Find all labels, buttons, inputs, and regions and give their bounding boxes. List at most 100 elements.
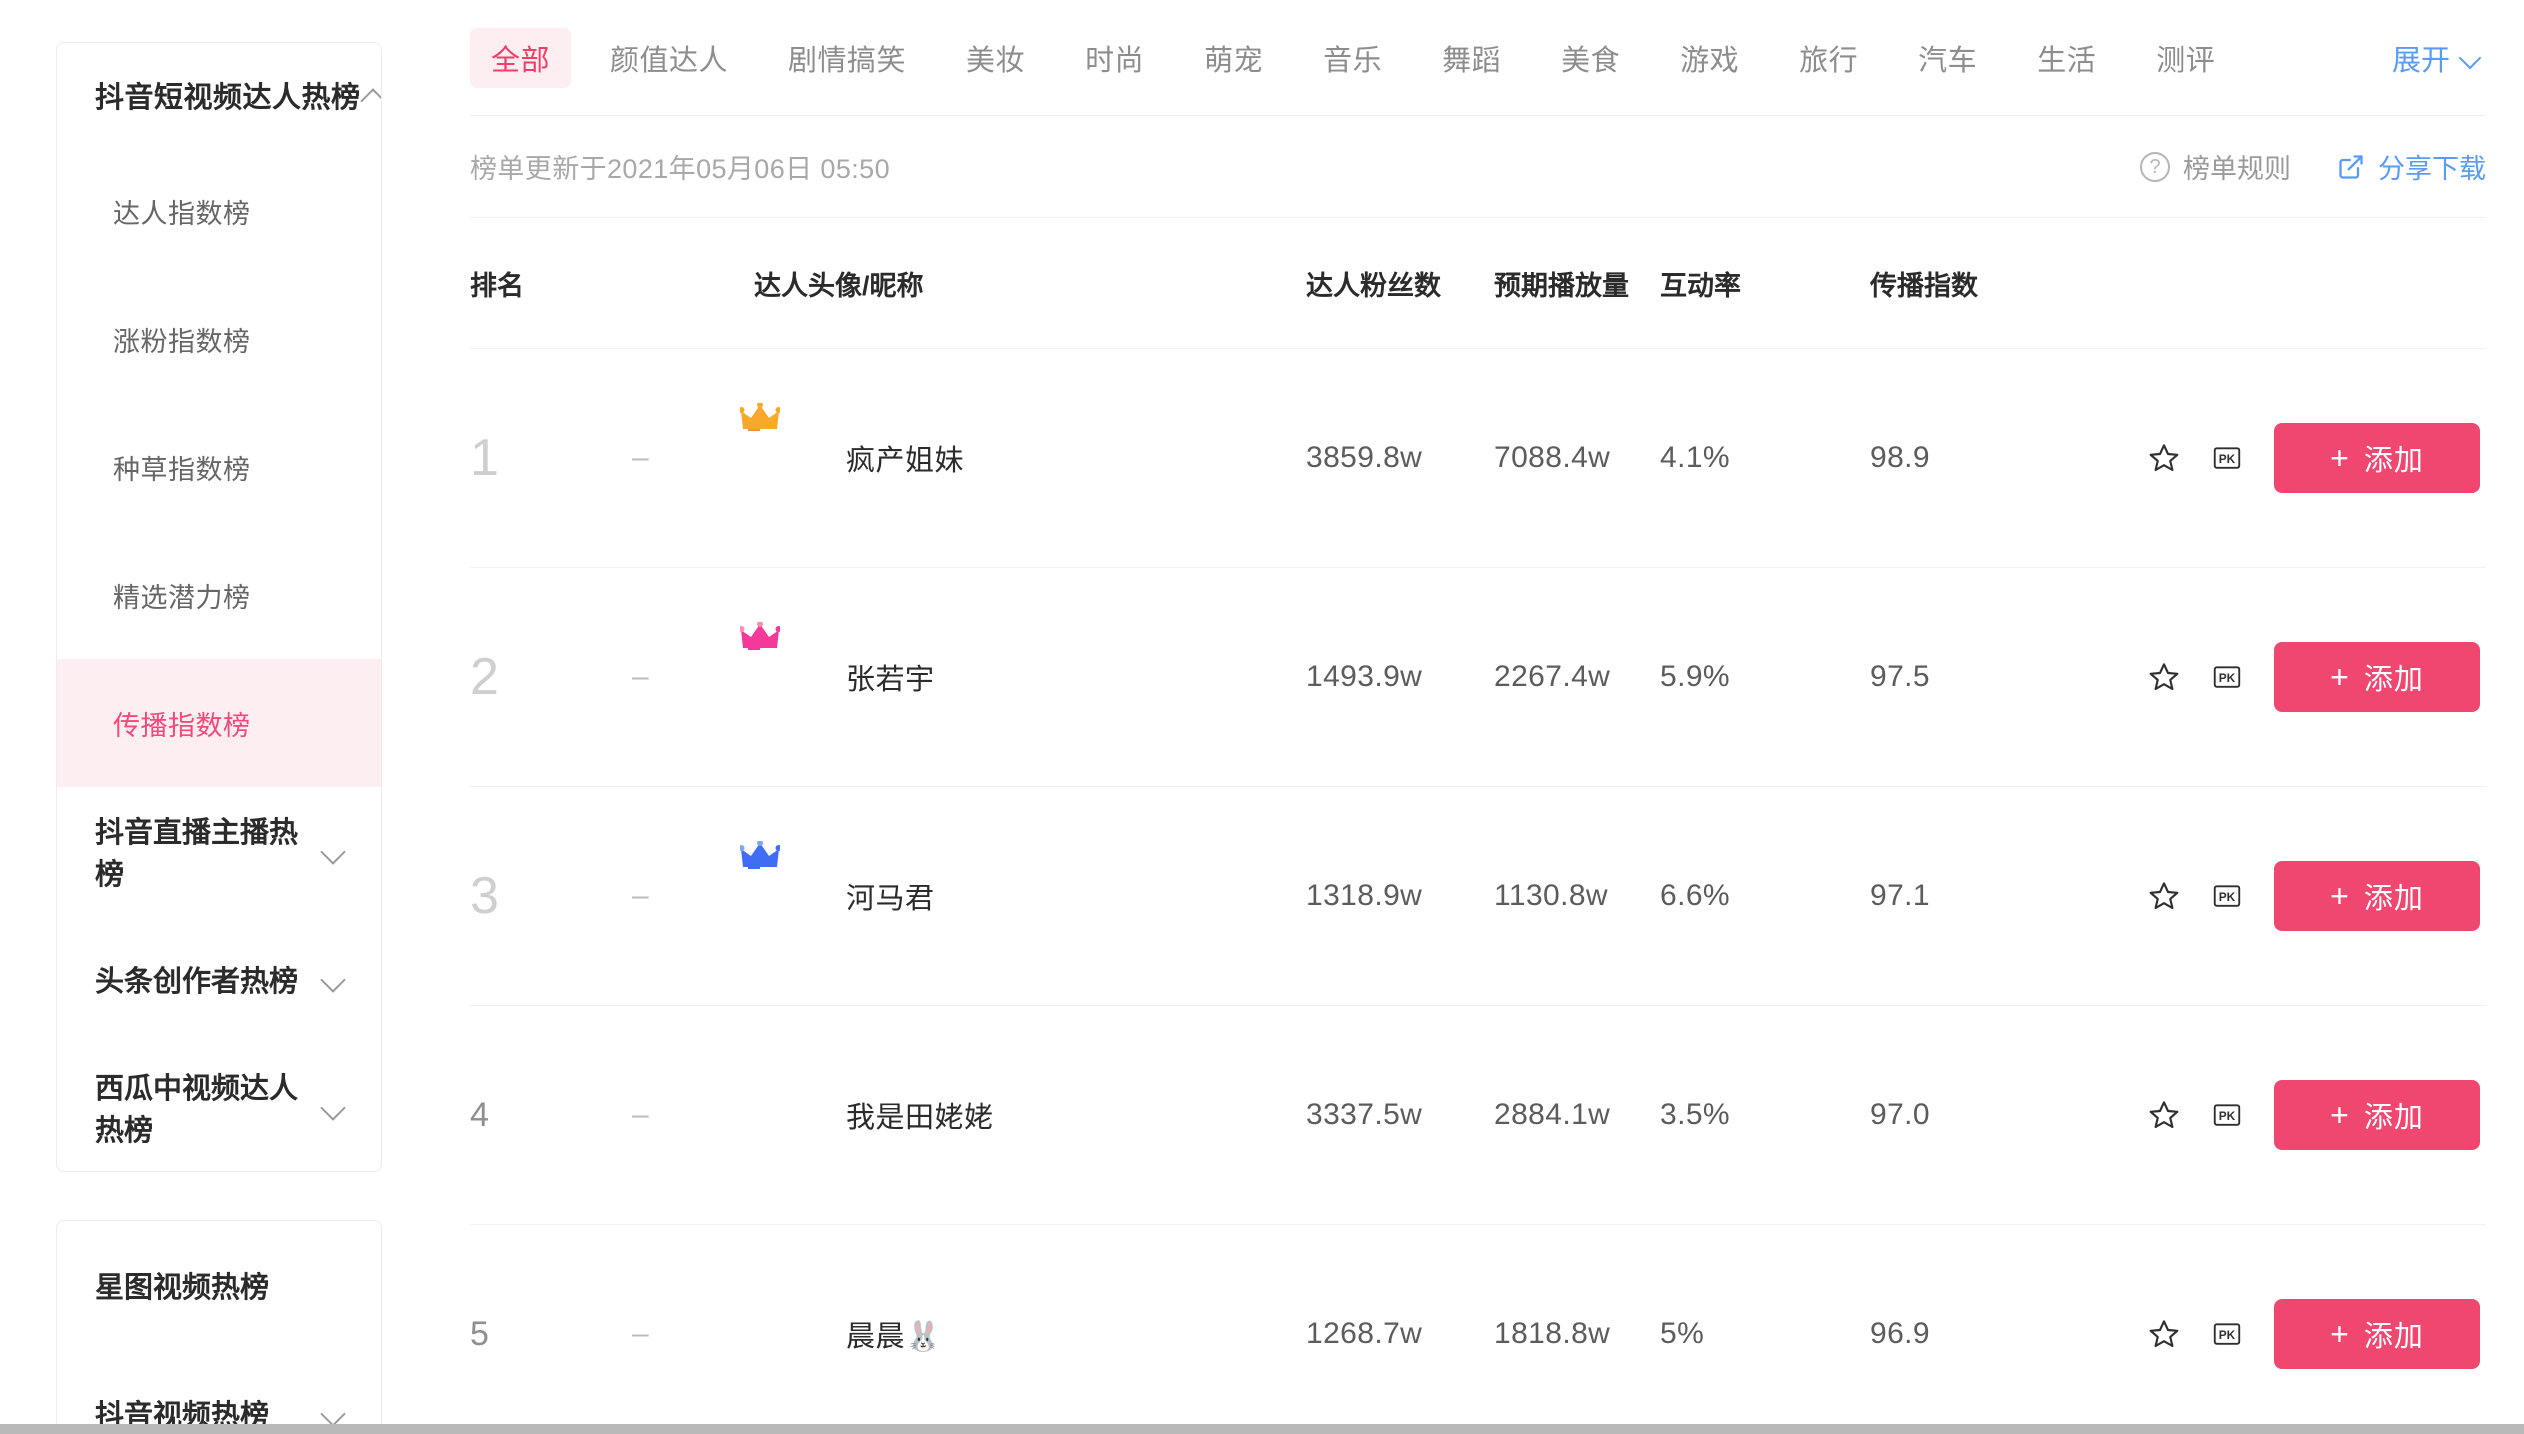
add-button[interactable]: + 添加	[2274, 1080, 2480, 1150]
add-button[interactable]: + 添加	[2274, 861, 2480, 931]
interaction-rate: 5%	[1660, 1317, 1705, 1350]
add-button[interactable]: + 添加	[2274, 642, 2480, 712]
fans-count: 1493.9w	[1306, 660, 1423, 693]
no-chevron-icon	[321, 1272, 347, 1298]
tab-lifestyle[interactable]: 生活	[2016, 28, 2117, 88]
tab-dance[interactable]: 舞蹈	[1421, 28, 1522, 88]
share-download-button[interactable]: 分享下载	[2337, 147, 2486, 186]
tab-all[interactable]: 全部	[470, 27, 572, 88]
pk-compare-icon[interactable]: PK	[2212, 443, 2242, 473]
nickname: 河马君	[846, 883, 935, 915]
sidebar-item-daren-index[interactable]: 达人指数榜	[57, 147, 381, 275]
tab-label: 美食	[1561, 44, 1621, 77]
sidebar-group-toutiao-creator[interactable]: 头条创作者热榜	[57, 915, 381, 1043]
pk-compare-icon[interactable]: PK	[2212, 662, 2242, 692]
sidebar-item-potential-picks[interactable]: 精选潜力榜	[57, 531, 381, 659]
tab-games[interactable]: 游戏	[1659, 28, 1760, 88]
sidebar-item-label: 涨粉指数榜	[113, 326, 251, 357]
ranking-page: 抖音短视频达人热榜 达人指数榜 涨粉指数榜 种草指数榜 精选潜力榜 传播指数榜 …	[0, 0, 2524, 1434]
sidebar-group-xingtu-video[interactable]: 星图视频热榜	[57, 1221, 381, 1349]
question-circle-icon: ?	[2140, 151, 2170, 182]
main-content: 全部 颜值达人 剧情搞笑 美妆 时尚 萌宠 音乐 舞蹈 美食 游戏 旅行 汽车 …	[412, 0, 2524, 1434]
sidebar: 抖音短视频达人热榜 达人指数榜 涨粉指数榜 种草指数榜 精选潜力榜 传播指数榜 …	[0, 0, 412, 1434]
add-button-label: 添加	[2363, 445, 2424, 477]
add-button-label: 添加	[2363, 664, 2424, 696]
chevron-up-icon	[361, 82, 381, 108]
table-row[interactable]: 3 – 河马君 1318.9w 1130.8w 6.6% 97.1 PK + 添…	[470, 786, 2486, 1005]
external-link-icon	[2337, 153, 2365, 181]
avatar-wrap[interactable]	[740, 841, 820, 929]
sidebar-group-douyin-video[interactable]: 抖音视频热榜	[57, 1349, 381, 1434]
user-cell[interactable]: 晨晨🐰	[754, 1301, 1306, 1367]
sidebar-item-seeding-index[interactable]: 种草指数榜	[57, 403, 381, 531]
spread-index: 98.9	[1870, 441, 1930, 474]
pk-compare-icon[interactable]: PK	[2212, 881, 2242, 911]
tab-label: 游戏	[1680, 44, 1740, 77]
sidebar-item-fans-growth-index[interactable]: 涨粉指数榜	[57, 275, 381, 403]
table-row[interactable]: 5 – 晨晨🐰 1268.7w 1818.8w 5% 96.9 PK + 添加	[470, 1224, 2486, 1434]
tab-makeup[interactable]: 美妆	[945, 28, 1046, 88]
add-button[interactable]: + 添加	[2274, 1299, 2480, 1369]
meta-actions: ? 榜单规则 分享下载	[2140, 147, 2486, 186]
spread-index: 97.5	[1870, 660, 1930, 693]
sidebar-group-label: 星图视频热榜	[95, 1272, 270, 1304]
tab-auto[interactable]: 汽车	[1897, 28, 1998, 88]
sidebar-item-label: 达人指数榜	[113, 198, 251, 229]
fans-count: 1318.9w	[1306, 879, 1423, 912]
user-cell[interactable]: 疯产姐妹	[740, 403, 1306, 491]
add-button-label: 添加	[2363, 1102, 2424, 1134]
sidebar-card-secondary: 星图视频热榜 抖音视频热榜	[56, 1220, 382, 1434]
tab-review[interactable]: 测评	[2135, 28, 2236, 88]
rank-number: 4	[470, 1095, 490, 1134]
tab-travel[interactable]: 旅行	[1778, 28, 1879, 88]
add-button[interactable]: + 添加	[2274, 423, 2480, 493]
favorite-star-icon[interactable]	[2148, 1099, 2180, 1131]
sidebar-group-douyin-live-host[interactable]: 抖音直播主播热榜	[57, 787, 381, 915]
favorite-star-icon[interactable]	[2148, 661, 2180, 693]
nickname: 我是田姥姥	[846, 1102, 994, 1134]
pk-compare-icon[interactable]: PK	[2212, 1319, 2242, 1349]
tab-label: 舞蹈	[1442, 44, 1502, 77]
favorite-star-icon[interactable]	[2148, 442, 2180, 474]
tab-label: 剧情搞笑	[788, 44, 907, 77]
tab-food[interactable]: 美食	[1540, 28, 1641, 88]
table-row[interactable]: 4 – 我是田姥姥 3337.5w 2884.1w 3.5% 97.0 PK +…	[470, 1005, 2486, 1224]
add-button-label: 添加	[2363, 1321, 2424, 1353]
avatar-wrap[interactable]	[754, 1301, 820, 1367]
table-row[interactable]: 1 – 疯产姐妹 3859.8w 7088.4w 4.1% 98.9 PK + …	[470, 348, 2486, 567]
chevron-down-icon	[2460, 47, 2482, 69]
sidebar-group-douyin-short-video[interactable]: 抖音短视频达人热榜	[57, 43, 381, 147]
tab-music[interactable]: 音乐	[1302, 28, 1403, 88]
favorite-star-icon[interactable]	[2148, 880, 2180, 912]
tab-beauty-influencer[interactable]: 颜值达人	[589, 28, 749, 88]
tab-fashion[interactable]: 时尚	[1064, 28, 1165, 88]
ranking-rules-button[interactable]: ? 榜单规则	[2140, 147, 2291, 186]
rank-delta: –	[632, 1317, 649, 1350]
plus-icon: +	[2330, 1316, 2350, 1352]
avatar-wrap[interactable]	[740, 622, 820, 710]
expand-tabs-button[interactable]: 展开	[2392, 37, 2482, 79]
tab-comedy-drama[interactable]: 剧情搞笑	[767, 28, 927, 88]
tab-label: 时尚	[1085, 44, 1145, 77]
rank-delta: –	[632, 660, 649, 693]
sidebar-item-spread-index[interactable]: 传播指数榜	[57, 659, 381, 787]
column-header-user: 达人头像/昵称	[754, 270, 924, 301]
user-cell[interactable]: 我是田姥姥	[754, 1082, 1306, 1148]
favorite-star-icon[interactable]	[2148, 1318, 2180, 1350]
horizontal-scrollbar[interactable]	[0, 1424, 2524, 1434]
avatar-wrap[interactable]	[754, 1082, 820, 1148]
tab-pets[interactable]: 萌宠	[1183, 28, 1284, 88]
crown-icon-pink	[740, 622, 780, 652]
rank-delta: –	[632, 879, 649, 912]
share-download-label: 分享下载	[2378, 154, 2486, 184]
sidebar-group-xigua-mid-video[interactable]: 西瓜中视频达人热榜	[57, 1043, 381, 1171]
user-cell[interactable]: 张若宇	[740, 622, 1306, 710]
avatar-wrap[interactable]	[740, 403, 820, 491]
tab-label: 生活	[2037, 44, 2097, 77]
svg-text:PK: PK	[2219, 890, 2236, 904]
pk-compare-icon[interactable]: PK	[2212, 1100, 2242, 1130]
table-row[interactable]: 2 – 张若宇 1493.9w 2267.4w 5.9% 97.5 PK + 添…	[470, 567, 2486, 786]
interaction-rate: 3.5%	[1660, 1098, 1730, 1131]
user-cell[interactable]: 河马君	[740, 841, 1306, 929]
fans-count: 3337.5w	[1306, 1098, 1423, 1131]
